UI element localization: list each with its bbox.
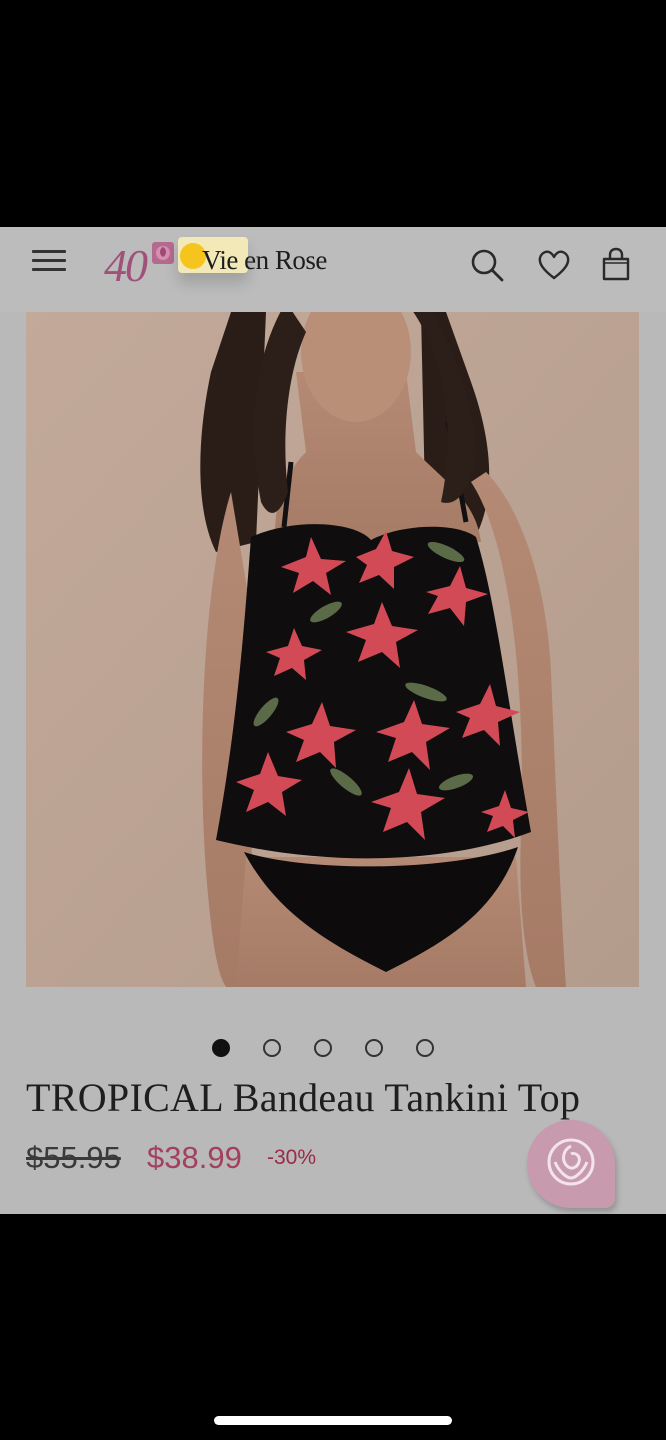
logo-wordmark: Vie en Rose [202,245,327,275]
header: 40 Vie en Rose [0,227,666,312]
search-icon[interactable] [470,247,504,283]
carousel-dot-2[interactable] [263,1039,281,1057]
original-price: $55.95 [26,1140,121,1175]
carousel-dot-1[interactable] [212,1039,230,1057]
status-bar-area [0,0,666,227]
product-photo-illustration [26,312,639,987]
product-title: TROPICAL Bandeau Tankini Top [26,1075,581,1120]
rose-chat-icon [547,1138,595,1186]
carousel-dot-4[interactable] [365,1039,383,1057]
carousel-dot-3[interactable] [314,1039,332,1057]
chat-button[interactable] [527,1120,615,1208]
home-indicator[interactable] [214,1416,452,1425]
sale-price: $38.99 [147,1140,242,1175]
logo-anniversary-number: 40 [104,240,148,291]
heart-icon[interactable] [537,247,571,283]
app-screen: 40 Vie en Rose TROPICAL Bandeau Tankini … [0,227,666,1214]
rose-icon [152,242,174,264]
menu-icon[interactable] [32,247,68,277]
brand-logo[interactable]: 40 Vie en Rose [104,235,344,291]
discount-badge: -30% [267,1146,317,1169]
bag-icon[interactable] [599,247,633,283]
carousel-dot-5[interactable] [416,1039,434,1057]
product-image[interactable] [26,312,639,987]
bottom-area [0,1214,666,1440]
